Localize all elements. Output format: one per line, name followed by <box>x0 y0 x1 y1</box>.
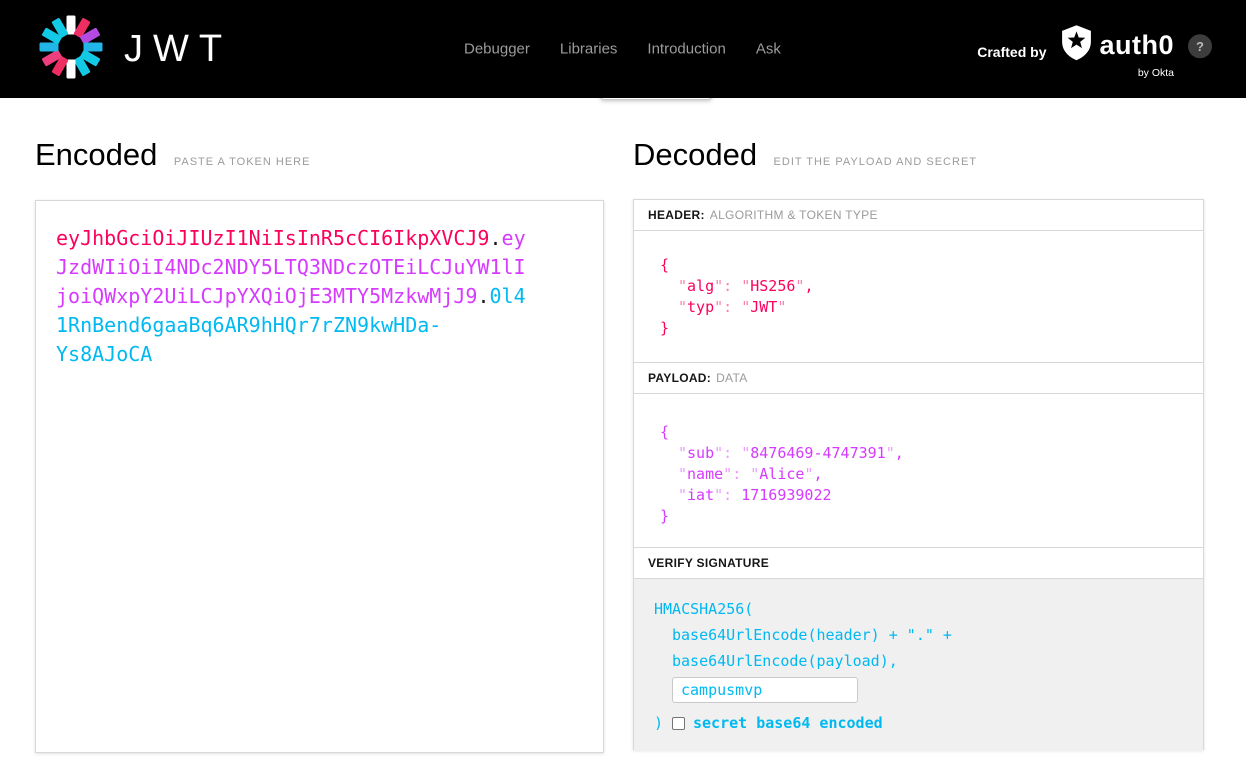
decoded-heading: Decoded EDIT THE PAYLOAD AND SECRET <box>633 137 977 173</box>
decoded-header-json[interactable]: { "alg": "HS256", "typ": "JWT" } <box>634 231 1203 363</box>
auth0-wordmark: auth0 <box>1099 30 1174 61</box>
secret-base64-label[interactable]: secret base64 encoded <box>693 710 883 736</box>
header-section-label: HEADER: ALGORITHM & TOKEN TYPE <box>634 200 1203 231</box>
hmac-code-line-1: HMACSHA256( <box>654 600 754 618</box>
hmac-close-paren: ) <box>654 714 664 732</box>
encoded-heading: Encoded PASTE A TOKEN HERE <box>35 137 310 173</box>
by-okta-label: by Okta <box>1137 67 1174 80</box>
jwt-wordmark[interactable]: JWT <box>124 30 232 68</box>
jwt-token-text[interactable]: eyJhbGciOiJIUzI1NiIsInR5cCI6IkpXVCJ9.eyJ… <box>56 224 532 369</box>
token-dot-1: . <box>489 226 502 250</box>
decoded-title: Decoded <box>633 137 758 172</box>
decoded-panel: HEADER: ALGORITHM & TOKEN TYPE { "alg": "… <box>633 199 1204 751</box>
navbar-right: Crafted by auth0 by Okta ? <box>977 25 1212 79</box>
token-header-segment: eyJhbGciOiJIUzI1NiIsInR5cCI6IkpXVCJ9 <box>56 226 490 250</box>
hmac-code-line-2: base64UrlEncode(header) + "." + <box>672 626 952 644</box>
nav-item-libraries[interactable]: Libraries <box>560 41 618 58</box>
help-button[interactable]: ? <box>1188 34 1212 59</box>
verify-signature-label: VERIFY SIGNATURE <box>634 548 1203 579</box>
payload-section-label: PAYLOAD: DATA <box>634 363 1203 394</box>
nav-item-introduction[interactable]: Introduction <box>647 41 725 58</box>
encoded-subtitle: PASTE A TOKEN HERE <box>173 156 311 168</box>
verify-signature-area: HMACSHA256( base64UrlEncode(header) + ".… <box>634 579 1203 751</box>
encoded-title: Encoded <box>35 137 158 172</box>
jwt-logo-icon[interactable] <box>38 14 104 85</box>
crafted-by-label: Crafted by <box>977 44 1047 61</box>
nav-item-ask[interactable]: Ask <box>756 41 781 58</box>
auth0-logo[interactable]: auth0 by Okta <box>1060 25 1174 79</box>
hmac-code-line-3: base64UrlEncode(payload), <box>672 652 898 670</box>
secret-base64-checkbox[interactable] <box>672 716 685 730</box>
navbar: JWT Debugger Libraries Introduction Ask … <box>0 0 1246 98</box>
main-nav: Debugger Libraries Introduction Ask <box>464 41 781 58</box>
token-dot-2: . <box>477 284 490 308</box>
auth0-shield-icon <box>1060 25 1093 66</box>
signature-secret-input[interactable] <box>672 677 858 703</box>
encoded-token-editor[interactable]: eyJhbGciOiJIUzI1NiIsInR5cCI6IkpXVCJ9.eyJ… <box>35 200 604 753</box>
decoded-subtitle: EDIT THE PAYLOAD AND SECRET <box>773 156 977 168</box>
nav-item-debugger[interactable]: Debugger <box>464 41 530 58</box>
decoded-payload-json[interactable]: { "sub": "8476469-4747391", "name": "Ali… <box>634 394 1203 548</box>
